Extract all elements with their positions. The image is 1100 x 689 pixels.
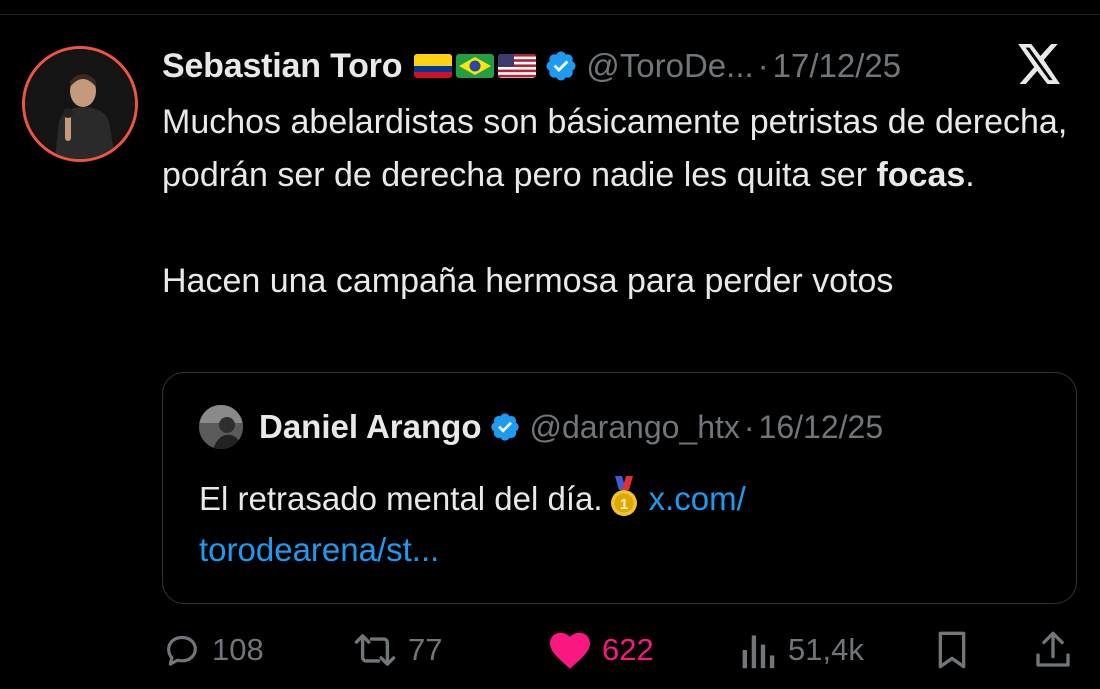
tweet-paragraph-2: Hacen una campaña hermosa para perder vo…	[162, 262, 894, 300]
share-icon	[1036, 631, 1070, 667]
tweet-text: Muchos abelardistas son básicamente petr…	[162, 96, 1082, 308]
verified-badge-icon	[491, 413, 520, 441]
reply-count: 108	[212, 632, 264, 667]
quoted-tweet[interactable]: Daniel Arango @darango_htx · 16/12/25 El…	[162, 372, 1077, 604]
svg-text:1: 1	[619, 496, 627, 513]
colombia-flag-icon	[414, 54, 453, 78]
quoted-link-part2[interactable]: torodearena/st...	[199, 531, 439, 568]
share-button[interactable]	[1034, 626, 1072, 674]
retweet-button[interactable]: 77	[352, 626, 442, 674]
verified-badge-icon	[546, 51, 576, 81]
tweet-paragraph-1: Muchos abelardistas son básicamente petr…	[162, 96, 1082, 202]
like-count: 622	[602, 632, 654, 667]
tweet-text-bold: focas	[876, 156, 966, 194]
medal-icon: 1	[610, 476, 637, 516]
quoted-text-body: El retrasado mental del día.	[199, 480, 603, 517]
x-logo-icon	[1018, 44, 1060, 84]
retweet-count: 77	[408, 632, 443, 667]
action-bar: 108 77 622 51,4k	[162, 626, 1082, 674]
quoted-tweet-text: El retrasado mental del día. 1 x.com/ to…	[199, 473, 1059, 575]
views-count: 51,4k	[788, 632, 864, 667]
author-avatar[interactable]	[22, 46, 138, 162]
bookmark-icon	[938, 631, 966, 669]
author-handle[interactable]: @ToroDe...	[586, 47, 753, 85]
top-divider	[0, 14, 1100, 15]
quoted-author-avatar	[199, 405, 243, 449]
reply-button[interactable]: 108	[162, 626, 264, 674]
quoted-author-handle: @darango_htx	[529, 408, 740, 445]
usa-flag-icon	[498, 54, 537, 78]
quoted-tweet-date: 16/12/25	[758, 408, 884, 445]
views-button[interactable]: 51,4k	[740, 626, 864, 674]
heart-icon	[550, 632, 590, 669]
tweet-date[interactable]: 17/12/25	[773, 47, 901, 85]
quoted-author-name: Daniel Arango	[259, 408, 482, 445]
header-separator: ·	[757, 47, 769, 84]
quoted-header-separator: ·	[743, 408, 755, 445]
reply-icon	[167, 635, 197, 666]
tweet-header: Sebastian Toro @ToroDe... · 17/12/25	[162, 40, 1082, 92]
like-button[interactable]: 622	[548, 626, 654, 674]
bookmark-button[interactable]	[934, 626, 970, 674]
author-flags	[414, 54, 537, 78]
quoted-link-part1[interactable]: x.com/	[649, 480, 746, 517]
views-icon	[742, 635, 775, 669]
tweet-text-punct: .	[965, 156, 975, 194]
brazil-flag-icon	[456, 54, 495, 78]
quoted-tweet-header: Daniel Arango @darango_htx · 16/12/25	[199, 405, 883, 449]
retweet-icon	[354, 634, 396, 666]
author-name[interactable]: Sebastian Toro	[162, 47, 402, 86]
